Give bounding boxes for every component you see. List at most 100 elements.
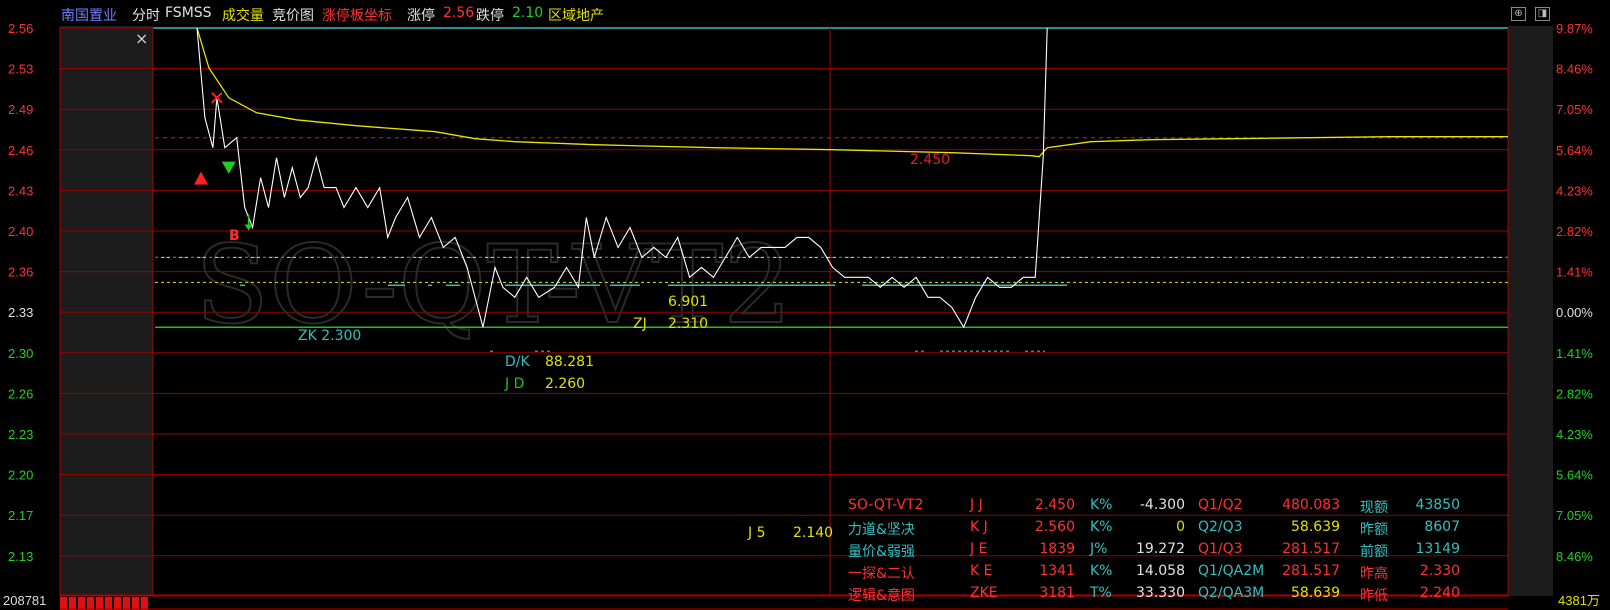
volume-right-value: 4381万 xyxy=(1558,593,1600,608)
stock-name[interactable]: 南国置业 xyxy=(61,5,117,25)
sector-label[interactable]: 区域地产 xyxy=(548,5,604,25)
volume-left-value: 208781 xyxy=(3,593,46,608)
volume-bar xyxy=(114,597,121,610)
indicator-cell-c2: K J xyxy=(970,519,988,535)
volume-bar xyxy=(60,597,67,610)
limit-down-label: 跌停 xyxy=(476,8,504,24)
left-tick: 2.36 xyxy=(8,265,33,280)
label-j5-value: 2.140 xyxy=(793,525,833,541)
left-tick: 2.33 xyxy=(8,305,33,320)
indicator-cell-c6: Q2/Q3 xyxy=(1198,519,1243,535)
indicator-cell-c6: Q1/Q3 xyxy=(1198,541,1243,557)
volume-bar xyxy=(69,597,76,610)
indicator-cell-c2: J E xyxy=(970,541,988,557)
label-jd: J D xyxy=(504,376,524,392)
indicator-cell-c6: Q1/Q2 xyxy=(1198,497,1243,513)
indicator-cell-c5: 19.272 xyxy=(1136,541,1185,557)
indicator-cell-c6: Q2/QA3M xyxy=(1198,585,1265,601)
indicator-cell-c7: 58.639 xyxy=(1291,519,1340,535)
indicator-cell-c3: 1341 xyxy=(1039,563,1075,579)
right-tick: 1.41% xyxy=(1556,265,1593,280)
indicator-cell-c4: T% xyxy=(1090,585,1112,601)
label-b-marker: B xyxy=(229,228,240,244)
indicator-row: SO-QT-VT2 J J 2.450 K% -4.300 Q1/Q2 480.083 现额 4… xyxy=(840,495,1490,517)
indicator-cell-c1: 逻辑&意图 xyxy=(848,588,915,604)
auction-toggle[interactable]: 竞价图 xyxy=(272,5,314,25)
indicator-cell-c7: 281.517 xyxy=(1282,541,1340,557)
indicator-row: 逻辑&意图 ZKE 3181 T% 33.330 Q2/QA3M 58.639 昨低 2.240 xyxy=(840,583,1490,605)
left-tick: 2.13 xyxy=(8,549,33,564)
indicator-label[interactable]: FSMSS xyxy=(165,5,212,21)
indicator-row: 量价&弱强 J E 1839 J% 19.272 Q1/Q3 281.517 前额 13149 xyxy=(840,539,1490,561)
label-zj: ZJ xyxy=(633,316,647,332)
indicator-cell-c5: 33.330 xyxy=(1136,585,1185,601)
mode-label[interactable]: 分时 xyxy=(132,5,160,25)
left-tick: 2.43 xyxy=(8,183,33,198)
signal-markers xyxy=(193,92,253,231)
indicator-cell-c8: 现额 xyxy=(1360,500,1388,516)
indicator-cell-c1: 量价&弱强 xyxy=(848,544,915,560)
right-tick: 4.23% xyxy=(1556,183,1593,198)
indicator-cell-c9: 2.330 xyxy=(1419,563,1460,579)
indicator-cell-c3: 2.560 xyxy=(1034,519,1075,535)
left-gutter xyxy=(60,26,153,596)
indicator-cell-c2: ZKE xyxy=(970,585,998,601)
limit-up-value: 2.56 xyxy=(443,5,475,21)
label-jd-value: 2.260 xyxy=(545,376,585,392)
indicator-row: 力道&坚决 K J 2.560 K% 0 Q2/Q3 58.639 昨额 8607 xyxy=(840,517,1490,539)
indicator-cell-c7: 480.083 xyxy=(1282,497,1340,513)
label-j5: J 5 xyxy=(747,525,766,541)
left-tick: 2.17 xyxy=(8,508,33,523)
indicator-cell-c7: 281.517 xyxy=(1282,563,1340,579)
right-tick: 4.23% xyxy=(1556,427,1593,442)
right-gutter xyxy=(1508,26,1553,596)
left-tick: 2.46 xyxy=(8,143,33,158)
buy-signal-icon xyxy=(193,171,208,185)
indicator-cell-c4: K% xyxy=(1090,497,1113,513)
right-tick: 7.05% xyxy=(1556,508,1593,523)
volume-bar xyxy=(132,597,139,610)
right-tick: 8.46% xyxy=(1556,549,1593,564)
left-tick: 2.30 xyxy=(8,346,33,361)
right-tick: 5.64% xyxy=(1556,468,1593,483)
volume-bar xyxy=(123,597,130,610)
indicator-cell-c4: K% xyxy=(1090,563,1113,579)
left-tick: 2.20 xyxy=(8,468,33,483)
left-tick: 2.53 xyxy=(8,62,33,77)
volume-bar xyxy=(87,597,94,610)
indicator-cell-c8: 昨额 xyxy=(1360,522,1388,538)
right-tick: 5.64% xyxy=(1556,143,1593,158)
indicator-cell-c9: 43850 xyxy=(1415,497,1460,513)
indicator-cell-c5: -4.300 xyxy=(1139,497,1185,513)
indicator-cell-c5: 14.058 xyxy=(1136,563,1185,579)
indicator-cell-c8: 前额 xyxy=(1360,544,1388,560)
limit-marker-toggle[interactable]: 涨停板坐标 xyxy=(322,5,392,25)
left-price-axis: 2.562.532.492.462.432.402.362.332.302.26… xyxy=(8,21,33,564)
volume-toggle[interactable]: 成交量 xyxy=(222,5,264,25)
label-dk: D/K xyxy=(505,354,530,370)
volume-bar xyxy=(96,597,103,610)
restore-icon[interactable]: ◨ xyxy=(1535,7,1550,21)
indicator-cell-c5: 0 xyxy=(1176,519,1185,535)
indicator-cell-c7: 58.639 xyxy=(1291,585,1340,601)
volume-bar xyxy=(141,597,148,610)
left-tick: 2.26 xyxy=(8,386,33,401)
indicator-cell-c1: 力道&坚决 xyxy=(848,522,915,538)
indicator-cell-c2: J J xyxy=(970,497,983,513)
indicator-cell-c8: 昨低 xyxy=(1360,588,1388,604)
indicator-cell-c8: 昨高 xyxy=(1360,566,1388,582)
indicator-cell-c6: Q1/QA2M xyxy=(1198,563,1265,579)
indicator-cell-c9: 13149 xyxy=(1415,541,1460,557)
right-tick: 8.46% xyxy=(1556,62,1593,77)
label-2450: 2.450 xyxy=(910,152,950,168)
right-tick: 2.82% xyxy=(1556,386,1593,401)
label-zk: ZK 2.300 xyxy=(298,328,361,344)
limit-up-label: 涨停 xyxy=(407,8,435,24)
title-bar: 南国置业 分时 FSMSS 成交量 竞价图 涨停板坐标 涨停 2.56 跌停 2… xyxy=(0,0,1610,26)
indicator-cell-c1: 一探&二认 xyxy=(848,566,915,582)
label-dk-value: 88.281 xyxy=(545,354,594,370)
expand-icon[interactable]: ⊕ xyxy=(1511,7,1526,21)
right-tick: 7.05% xyxy=(1556,102,1593,117)
close-icon[interactable]: × xyxy=(135,29,148,48)
volume-bar xyxy=(78,597,85,610)
